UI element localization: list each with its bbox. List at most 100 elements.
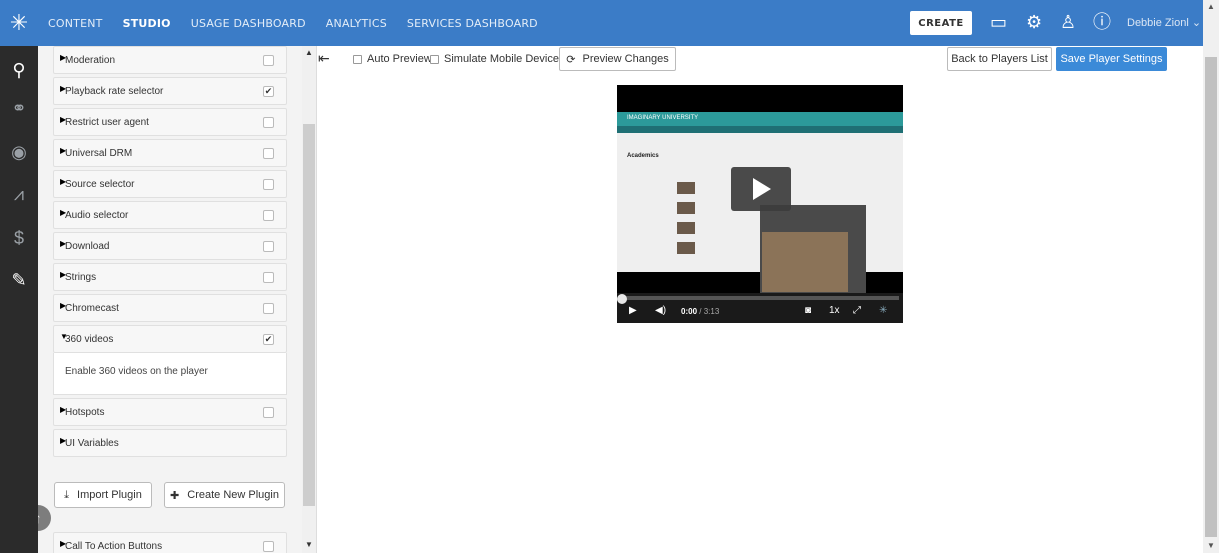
plugin-label: Download <box>65 241 110 252</box>
plugin-enable-checkbox[interactable]: ✔ <box>263 86 274 97</box>
eye-icon[interactable]: ◉ <box>0 142 38 163</box>
plugin-row[interactable]: Download ▶ <box>53 232 287 260</box>
auto-preview-label: Auto Preview <box>367 53 432 65</box>
plugin-row[interactable]: UI Variables ▶ <box>53 429 287 457</box>
panel-scrollbar[interactable]: ▲ ▼ <box>302 46 316 553</box>
scroll-up-arrow-icon[interactable]: ▲ <box>1203 2 1219 11</box>
scroll-down-arrow-icon[interactable]: ▼ <box>1203 541 1219 550</box>
nav-studio[interactable]: STUDIO <box>123 17 171 30</box>
plugin-enable-checkbox[interactable]: ✔ <box>263 334 274 345</box>
back-to-players-button[interactable]: Back to Players List <box>947 47 1052 71</box>
nav-content[interactable]: CONTENT <box>48 17 103 30</box>
nav-analytics[interactable]: ANALYTICS <box>326 17 387 30</box>
scroll-up-arrow-icon[interactable]: ▲ <box>302 48 316 57</box>
volume-icon[interactable]: ◀) <box>655 305 666 316</box>
plugin-label: Universal DRM <box>65 148 133 159</box>
import-plugin-label: Import Plugin <box>77 489 142 501</box>
user-icon[interactable]: ♙ <box>1060 12 1076 32</box>
plugin-row[interactable]: Restrict user agent ▶ <box>53 108 287 136</box>
plus-icon: ✚ <box>170 489 180 502</box>
left-nav: ⚲ ⚭ ◉ ⩘ $ ✎ <box>0 46 38 553</box>
save-player-settings-button[interactable]: Save Player Settings <box>1056 47 1167 71</box>
plugin-details: Enable 360 videos on the player <box>53 353 287 395</box>
video-player[interactable]: IMAGINARY UNIVERSITY Academics ▶ ◀) 0:00… <box>617 85 903 323</box>
panel-scroll-thumb[interactable] <box>303 124 315 506</box>
plugin-enable-checkbox[interactable] <box>263 541 274 552</box>
checkbox-box[interactable] <box>430 54 439 64</box>
plugin-enable-checkbox[interactable] <box>263 241 274 252</box>
fullscreen-icon[interactable]: ⤢ <box>853 305 861 316</box>
search-icon[interactable]: ⚲ <box>0 60 38 81</box>
collapse-panel-icon[interactable]: ⇤ <box>318 50 330 67</box>
thumbnail <box>677 182 695 194</box>
plugin-row[interactable]: Strings ▶ <box>53 263 287 291</box>
plugin-enable-checkbox[interactable] <box>263 272 274 283</box>
overlay-video <box>760 205 866 298</box>
preview-changes-label: Preview Changes <box>582 53 669 65</box>
import-plugin-button[interactable]: ⤓ Import Plugin <box>54 482 152 508</box>
plugin-row[interactable]: Hotspots ▶ <box>53 398 287 426</box>
plugin-row[interactable]: Playback rate selector ▶ ✔ <box>53 77 287 105</box>
plugin-enable-checkbox[interactable] <box>263 407 274 418</box>
time-display: 0:00 / 3:13 <box>681 307 720 316</box>
plugin-row[interactable]: Moderation ▶ <box>53 46 287 74</box>
plugin-row[interactable]: 360 videos ▼ ✔ <box>53 325 287 353</box>
speed-selector[interactable]: 1x <box>829 305 840 316</box>
overlay-image <box>762 232 848 292</box>
thumbnail <box>677 242 695 254</box>
page-scroll-thumb[interactable] <box>1205 57 1217 537</box>
plugin-row[interactable]: Audio selector ▶ <box>53 201 287 229</box>
scroll-to-top-button[interactable]: ↑ <box>38 505 51 531</box>
site-thumbnails <box>677 182 717 272</box>
gear-icon[interactable]: ⚙ <box>1026 12 1042 32</box>
auto-preview-checkbox[interactable]: Auto Preview <box>353 53 432 65</box>
preview-changes-button[interactable]: ⟳ Preview Changes <box>559 47 676 71</box>
top-bar: ✳ CONTENT STUDIO USAGE DASHBOARD ANALYTI… <box>0 0 1203 46</box>
plugin-label: Playback rate selector <box>65 86 164 97</box>
folder-icon[interactable]: ▭ <box>990 12 1007 32</box>
plugin-enable-checkbox[interactable] <box>263 148 274 159</box>
thumbnail <box>677 202 695 214</box>
help-icon[interactable]: ⓘ <box>1093 12 1111 32</box>
site-logo: IMAGINARY UNIVERSITY <box>627 115 699 121</box>
chart-icon[interactable]: ⩘ <box>0 184 38 205</box>
plugin-enable-checkbox[interactable] <box>263 303 274 314</box>
progress-knob[interactable] <box>617 294 627 304</box>
nav-services-dashboard[interactable]: SERVICES DASHBOARD <box>407 17 538 30</box>
plugin-label: Strings <box>65 272 97 283</box>
plugin-label: Call To Action Buttons <box>65 541 163 552</box>
checkbox-box[interactable] <box>353 54 362 64</box>
scroll-down-arrow-icon[interactable]: ▼ <box>302 540 316 549</box>
play-control-icon[interactable]: ▶ <box>629 305 637 316</box>
plug-icon[interactable]: ✎ <box>0 270 38 291</box>
plugin-row[interactable]: Source selector ▶ <box>53 170 287 198</box>
simulate-mobile-checkbox[interactable]: Simulate Mobile Device <box>430 53 559 65</box>
plugin-row[interactable]: Universal DRM ▶ <box>53 139 287 167</box>
plugin-label: Moderation <box>65 55 116 66</box>
kaltura-logo-icon[interactable]: ✳ <box>0 0 38 46</box>
nav-usage-dashboard[interactable]: USAGE DASHBOARD <box>191 17 306 30</box>
plugin-row[interactable]: Call To Action Buttons ▶ <box>53 532 287 553</box>
share-icon[interactable]: ⚭ <box>0 98 38 119</box>
page-scrollbar[interactable]: ▲ ▼ <box>1203 0 1219 553</box>
divider <box>316 46 317 553</box>
create-button[interactable]: CREATE <box>910 11 972 35</box>
big-play-button[interactable] <box>731 167 791 211</box>
progress-bar[interactable] <box>621 296 899 300</box>
simulate-mobile-label: Simulate Mobile Device <box>444 53 559 65</box>
kaltura-watermark-icon: ✳ <box>879 305 888 316</box>
user-menu[interactable]: Debbie Zionl ⌄ <box>1127 16 1201 29</box>
plugin-enable-checkbox[interactable] <box>263 117 274 128</box>
plugin-enable-checkbox[interactable] <box>263 55 274 66</box>
plugin-label: Audio selector <box>65 210 129 221</box>
plugin-enable-checkbox[interactable] <box>263 210 274 221</box>
site-nav <box>617 126 903 133</box>
plugin-row[interactable]: Chromecast ▶ <box>53 294 287 322</box>
plugin-enable-checkbox[interactable] <box>263 179 274 190</box>
plugin-description: Enable 360 videos on the player <box>65 366 208 377</box>
thumbnail <box>677 222 695 234</box>
site-title: Academics <box>627 153 659 159</box>
dollar-icon[interactable]: $ <box>0 228 38 249</box>
create-plugin-button[interactable]: ✚ Create New Plugin <box>164 482 285 508</box>
captions-icon[interactable]: ◙ <box>805 305 811 316</box>
